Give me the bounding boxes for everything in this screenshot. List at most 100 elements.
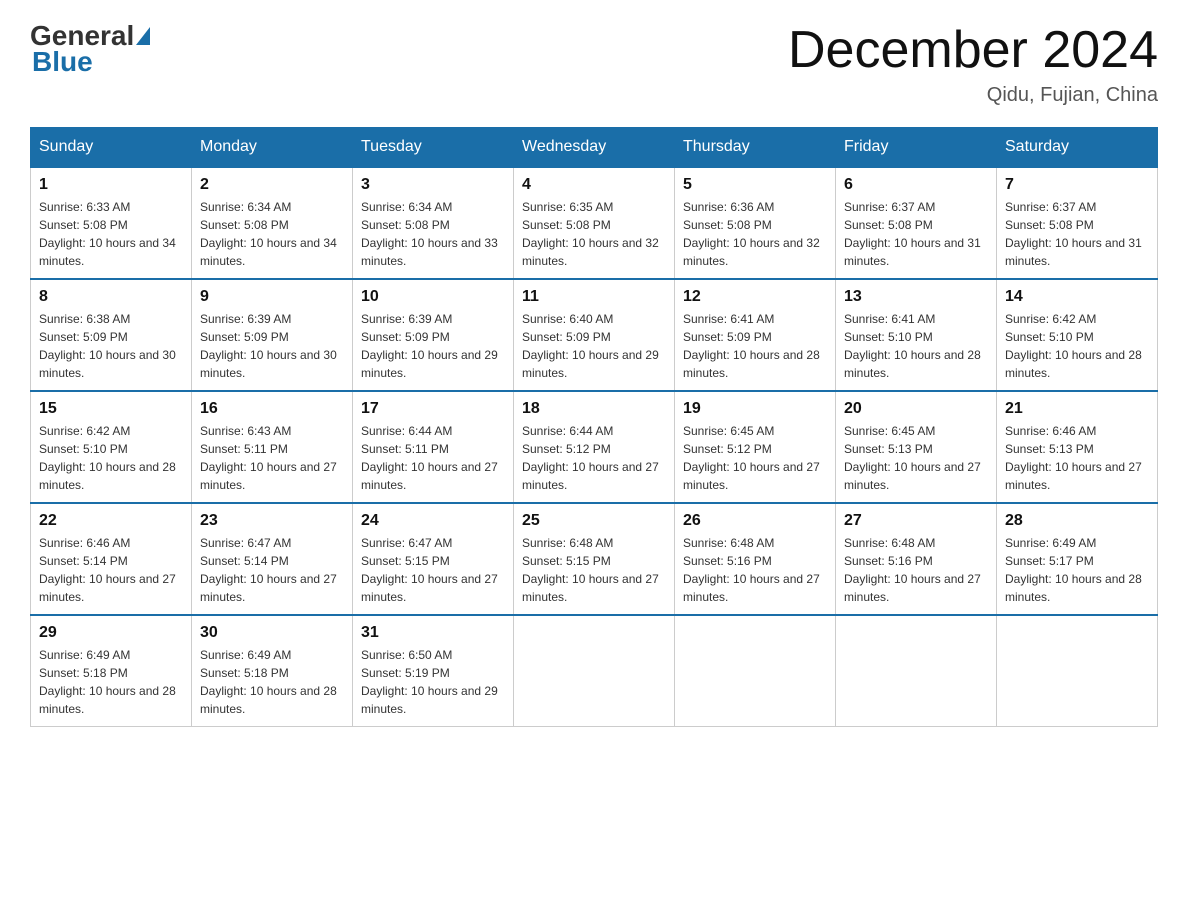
calendar-week-3: 15 Sunrise: 6:42 AMSunset: 5:10 PMDaylig… [31,391,1158,503]
table-row [675,615,836,727]
day-number: 28 [1005,512,1149,530]
logo-blue-text: Blue [32,46,93,77]
day-info: Sunrise: 6:42 AMSunset: 5:10 PMDaylight:… [39,424,176,492]
day-info: Sunrise: 6:41 AMSunset: 5:09 PMDaylight:… [683,312,820,380]
day-info: Sunrise: 6:47 AMSunset: 5:14 PMDaylight:… [200,536,337,604]
table-row: 9 Sunrise: 6:39 AMSunset: 5:09 PMDayligh… [192,279,353,391]
day-info: Sunrise: 6:38 AMSunset: 5:09 PMDaylight:… [39,312,176,380]
day-info: Sunrise: 6:37 AMSunset: 5:08 PMDaylight:… [844,200,981,268]
table-row: 19 Sunrise: 6:45 AMSunset: 5:12 PMDaylig… [675,391,836,503]
col-wednesday: Wednesday [514,128,675,168]
day-number: 29 [39,624,183,642]
table-row: 8 Sunrise: 6:38 AMSunset: 5:09 PMDayligh… [31,279,192,391]
col-tuesday: Tuesday [353,128,514,168]
table-row: 31 Sunrise: 6:50 AMSunset: 5:19 PMDaylig… [353,615,514,727]
table-row: 18 Sunrise: 6:44 AMSunset: 5:12 PMDaylig… [514,391,675,503]
table-row: 24 Sunrise: 6:47 AMSunset: 5:15 PMDaylig… [353,503,514,615]
calendar-week-2: 8 Sunrise: 6:38 AMSunset: 5:09 PMDayligh… [31,279,1158,391]
day-number: 26 [683,512,827,530]
day-info: Sunrise: 6:49 AMSunset: 5:18 PMDaylight:… [200,648,337,716]
table-row: 26 Sunrise: 6:48 AMSunset: 5:16 PMDaylig… [675,503,836,615]
table-row: 20 Sunrise: 6:45 AMSunset: 5:13 PMDaylig… [836,391,997,503]
day-number: 23 [200,512,344,530]
table-row: 5 Sunrise: 6:36 AMSunset: 5:08 PMDayligh… [675,167,836,279]
day-number: 6 [844,176,988,194]
table-row: 28 Sunrise: 6:49 AMSunset: 5:17 PMDaylig… [997,503,1158,615]
table-row: 16 Sunrise: 6:43 AMSunset: 5:11 PMDaylig… [192,391,353,503]
day-info: Sunrise: 6:45 AMSunset: 5:13 PMDaylight:… [844,424,981,492]
table-row: 17 Sunrise: 6:44 AMSunset: 5:11 PMDaylig… [353,391,514,503]
day-info: Sunrise: 6:47 AMSunset: 5:15 PMDaylight:… [361,536,498,604]
table-row [514,615,675,727]
day-number: 14 [1005,288,1149,306]
table-row: 6 Sunrise: 6:37 AMSunset: 5:08 PMDayligh… [836,167,997,279]
table-row: 21 Sunrise: 6:46 AMSunset: 5:13 PMDaylig… [997,391,1158,503]
day-number: 17 [361,400,505,418]
day-info: Sunrise: 6:34 AMSunset: 5:08 PMDaylight:… [200,200,337,268]
col-thursday: Thursday [675,128,836,168]
day-number: 27 [844,512,988,530]
day-info: Sunrise: 6:46 AMSunset: 5:14 PMDaylight:… [39,536,176,604]
table-row: 2 Sunrise: 6:34 AMSunset: 5:08 PMDayligh… [192,167,353,279]
day-info: Sunrise: 6:35 AMSunset: 5:08 PMDaylight:… [522,200,659,268]
title-area: December 2024 Qidu, Fujian, China [788,20,1158,107]
table-row: 29 Sunrise: 6:49 AMSunset: 5:18 PMDaylig… [31,615,192,727]
day-number: 2 [200,176,344,194]
day-number: 15 [39,400,183,418]
day-number: 7 [1005,176,1149,194]
table-row: 22 Sunrise: 6:46 AMSunset: 5:14 PMDaylig… [31,503,192,615]
day-info: Sunrise: 6:45 AMSunset: 5:12 PMDaylight:… [683,424,820,492]
calendar-header-row: Sunday Monday Tuesday Wednesday Thursday… [31,128,1158,168]
day-info: Sunrise: 6:48 AMSunset: 5:16 PMDaylight:… [844,536,981,604]
day-number: 8 [39,288,183,306]
table-row: 23 Sunrise: 6:47 AMSunset: 5:14 PMDaylig… [192,503,353,615]
col-monday: Monday [192,128,353,168]
location-text: Qidu, Fujian, China [788,84,1158,107]
day-number: 22 [39,512,183,530]
day-number: 12 [683,288,827,306]
day-info: Sunrise: 6:44 AMSunset: 5:11 PMDaylight:… [361,424,498,492]
day-info: Sunrise: 6:49 AMSunset: 5:17 PMDaylight:… [1005,536,1142,604]
day-number: 4 [522,176,666,194]
table-row: 11 Sunrise: 6:40 AMSunset: 5:09 PMDaylig… [514,279,675,391]
table-row: 30 Sunrise: 6:49 AMSunset: 5:18 PMDaylig… [192,615,353,727]
table-row: 1 Sunrise: 6:33 AMSunset: 5:08 PMDayligh… [31,167,192,279]
table-row: 25 Sunrise: 6:48 AMSunset: 5:15 PMDaylig… [514,503,675,615]
day-number: 25 [522,512,666,530]
day-number: 31 [361,624,505,642]
calendar-week-5: 29 Sunrise: 6:49 AMSunset: 5:18 PMDaylig… [31,615,1158,727]
day-info: Sunrise: 6:44 AMSunset: 5:12 PMDaylight:… [522,424,659,492]
day-info: Sunrise: 6:48 AMSunset: 5:16 PMDaylight:… [683,536,820,604]
day-number: 20 [844,400,988,418]
day-info: Sunrise: 6:50 AMSunset: 5:19 PMDaylight:… [361,648,498,716]
table-row [836,615,997,727]
day-number: 10 [361,288,505,306]
day-number: 18 [522,400,666,418]
day-number: 24 [361,512,505,530]
calendar-week-1: 1 Sunrise: 6:33 AMSunset: 5:08 PMDayligh… [31,167,1158,279]
day-info: Sunrise: 6:33 AMSunset: 5:08 PMDaylight:… [39,200,176,268]
day-info: Sunrise: 6:36 AMSunset: 5:08 PMDaylight:… [683,200,820,268]
day-number: 30 [200,624,344,642]
day-number: 16 [200,400,344,418]
day-number: 19 [683,400,827,418]
day-number: 5 [683,176,827,194]
day-info: Sunrise: 6:40 AMSunset: 5:09 PMDaylight:… [522,312,659,380]
day-number: 3 [361,176,505,194]
logo: General Blue [30,20,152,78]
logo-triangle-icon [136,27,150,45]
day-info: Sunrise: 6:42 AMSunset: 5:10 PMDaylight:… [1005,312,1142,380]
day-info: Sunrise: 6:49 AMSunset: 5:18 PMDaylight:… [39,648,176,716]
table-row: 4 Sunrise: 6:35 AMSunset: 5:08 PMDayligh… [514,167,675,279]
col-saturday: Saturday [997,128,1158,168]
table-row: 14 Sunrise: 6:42 AMSunset: 5:10 PMDaylig… [997,279,1158,391]
day-info: Sunrise: 6:46 AMSunset: 5:13 PMDaylight:… [1005,424,1142,492]
table-row: 3 Sunrise: 6:34 AMSunset: 5:08 PMDayligh… [353,167,514,279]
page-header: General Blue December 2024 Qidu, Fujian,… [30,20,1158,107]
day-number: 11 [522,288,666,306]
day-info: Sunrise: 6:41 AMSunset: 5:10 PMDaylight:… [844,312,981,380]
col-friday: Friday [836,128,997,168]
table-row: 10 Sunrise: 6:39 AMSunset: 5:09 PMDaylig… [353,279,514,391]
table-row [997,615,1158,727]
day-number: 21 [1005,400,1149,418]
